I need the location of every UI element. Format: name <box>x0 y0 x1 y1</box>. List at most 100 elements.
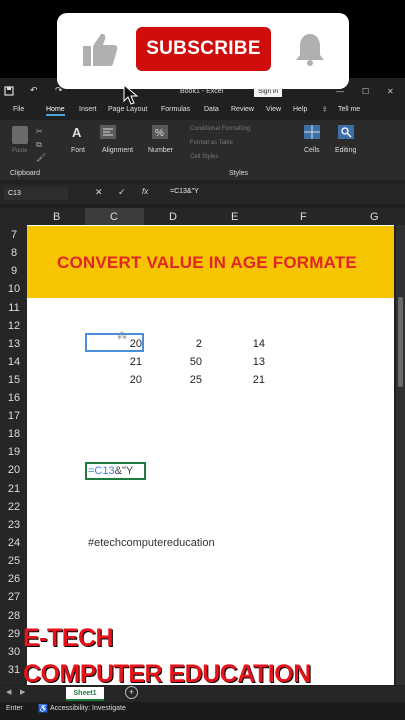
sheet-tab-sheet1[interactable]: Sheet1 <box>66 687 104 701</box>
clipboard-group-label: Clipboard <box>10 170 40 177</box>
watermark-line2: COMPUTER EDUCATION <box>23 660 311 688</box>
hashtag-text: #etechcomputereducation <box>88 537 215 549</box>
undo-icon[interactable]: ↶ <box>30 85 38 96</box>
cell-e13[interactable]: 14 <box>225 338 265 350</box>
cells-button[interactable]: Cells <box>304 147 320 154</box>
banner-title: CONVERT VALUE IN AGE FORMATE <box>57 253 357 272</box>
row-header[interactable]: 29 <box>4 628 24 640</box>
row-header[interactable]: 15 <box>4 374 24 386</box>
cell-d15[interactable]: 25 <box>162 374 202 386</box>
cell-d14[interactable]: 50 <box>162 356 202 368</box>
accessibility-status[interactable]: Accessibility: Investigate <box>50 705 126 712</box>
tab-data[interactable]: Data <box>204 106 219 113</box>
row-header[interactable]: 9 <box>4 265 24 277</box>
row-header[interactable]: 21 <box>4 483 24 495</box>
cell-e15[interactable]: 21 <box>225 374 265 386</box>
vertical-scrollbar[interactable] <box>396 225 405 685</box>
row-header[interactable]: 16 <box>4 392 24 404</box>
font-button[interactable]: Font <box>71 147 85 154</box>
next-sheet-icon[interactable]: ▶ <box>20 688 25 696</box>
row-header[interactable]: 11 <box>4 302 24 314</box>
editing-cell-c20[interactable]: =C13&"Y <box>85 462 146 480</box>
editing-button[interactable]: Editing <box>335 147 356 154</box>
row-header[interactable]: 24 <box>4 537 24 549</box>
row-header[interactable]: 28 <box>4 610 24 622</box>
row-header[interactable]: 23 <box>4 519 24 531</box>
row-header[interactable]: 22 <box>4 501 24 513</box>
formula-input[interactable]: =C13&"Y <box>170 188 199 195</box>
row-header[interactable]: 14 <box>4 356 24 368</box>
font-icon[interactable]: A <box>72 125 81 140</box>
maximize-icon[interactable]: ☐ <box>362 87 369 96</box>
number-format-icon[interactable]: % <box>152 125 168 139</box>
format-painter-icon[interactable]: 🖌 <box>36 153 46 162</box>
thumbs-up-icon[interactable] <box>81 30 119 68</box>
row-header[interactable]: 10 <box>4 283 24 295</box>
row-header[interactable]: 17 <box>4 410 24 422</box>
save-icon[interactable] <box>4 86 14 96</box>
window-title: Book1 - Excel <box>180 88 224 95</box>
tab-view[interactable]: View <box>266 106 281 113</box>
row-header[interactable]: 27 <box>4 591 24 603</box>
tab-insert[interactable]: Insert <box>79 106 97 113</box>
tab-tell-me[interactable]: Tell me <box>338 106 360 113</box>
row-header[interactable]: 30 <box>4 646 24 658</box>
cells-icon[interactable] <box>304 125 320 139</box>
name-box[interactable]: C13 <box>4 187 68 200</box>
row-header[interactable]: 20 <box>4 464 24 476</box>
subscribe-button[interactable]: SUBSCRIBE <box>136 27 271 71</box>
accessibility-icon[interactable]: ♿ <box>38 704 48 713</box>
column-header-b[interactable]: B <box>53 211 60 223</box>
insert-function-icon[interactable]: fx <box>142 187 148 196</box>
close-icon[interactable]: ✕ <box>387 87 394 96</box>
row-header[interactable]: 12 <box>4 320 24 332</box>
alignment-button[interactable]: Alignment <box>102 147 133 154</box>
column-header-e[interactable]: E <box>231 211 238 223</box>
formula-rest: &"Y <box>114 465 134 477</box>
row-header[interactable]: 31 <box>4 664 24 676</box>
conditional-formatting-button[interactable]: Conditional Formatting <box>190 126 250 132</box>
cell-c14[interactable]: 21 <box>102 356 142 368</box>
selected-cell-c13[interactable] <box>85 333 144 352</box>
cell-d13[interactable]: 2 <box>162 338 202 350</box>
row-header[interactable]: 26 <box>4 573 24 585</box>
status-mode: Enter <box>6 705 23 712</box>
cancel-entry-icon[interactable]: ✕ <box>95 187 103 198</box>
cell-styles-button[interactable]: Cell Styles <box>190 154 218 160</box>
tab-help[interactable]: Help <box>293 106 307 113</box>
tab-page-layout[interactable]: Page Layout <box>108 106 147 113</box>
search-icon[interactable] <box>338 125 354 139</box>
alignment-icon[interactable] <box>100 125 116 139</box>
column-header-d[interactable]: D <box>169 211 177 223</box>
watermark-line1: E-TECH <box>23 624 114 652</box>
row-header[interactable]: 13 <box>4 338 24 350</box>
confirm-entry-icon[interactable]: ✓ <box>118 187 126 198</box>
lightbulb-icon: ♀ <box>321 104 329 115</box>
column-header-g[interactable]: G <box>370 211 379 223</box>
row-header[interactable]: 7 <box>4 229 24 241</box>
tab-home[interactable]: Home <box>46 106 65 116</box>
cell-e14[interactable]: 13 <box>225 356 265 368</box>
format-as-table-button[interactable]: Format as Table <box>190 140 233 146</box>
cell-cursor-icon: ⁂ <box>117 331 127 342</box>
bell-icon[interactable] <box>291 30 329 68</box>
styles-group-label: Styles <box>229 170 249 177</box>
copy-icon[interactable]: ⧉ <box>36 140 42 150</box>
number-button[interactable]: Number <box>148 147 173 154</box>
paste-icon[interactable] <box>12 126 28 144</box>
svg-text:%: % <box>155 128 164 139</box>
row-header[interactable]: 19 <box>4 446 24 458</box>
cell-c15[interactable]: 20 <box>102 374 142 386</box>
cut-icon[interactable]: ✂ <box>36 127 43 136</box>
scrollbar-thumb[interactable] <box>398 297 403 387</box>
column-header-f[interactable]: F <box>300 211 307 223</box>
row-header[interactable]: 8 <box>4 247 24 259</box>
tab-formulas[interactable]: Formulas <box>161 106 190 113</box>
formula-cell-ref: =C13 <box>88 465 115 477</box>
column-header-c[interactable]: C <box>110 211 118 223</box>
tab-review[interactable]: Review <box>231 106 254 113</box>
prev-sheet-icon[interactable]: ◀ <box>6 688 11 696</box>
row-header[interactable]: 25 <box>4 555 24 567</box>
row-header[interactable]: 18 <box>4 428 24 440</box>
tab-file[interactable]: File <box>13 106 24 113</box>
